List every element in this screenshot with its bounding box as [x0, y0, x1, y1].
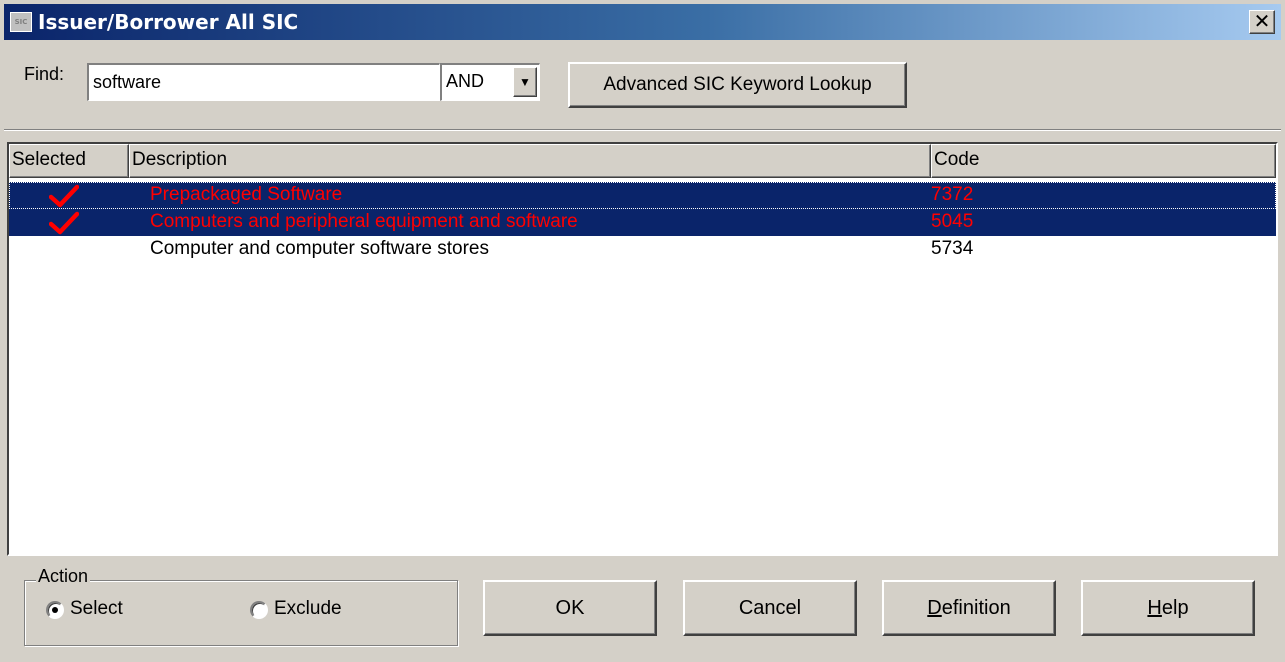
row-description: Computer and computer software stores [150, 238, 489, 259]
sic-dialog-window: SIC Issuer/Borrower All SIC ✕ Find: soft… [0, 0, 1285, 662]
list-header: Selected Description Code [9, 144, 1276, 178]
checkmark-icon [49, 184, 79, 208]
definition-button[interactable]: Definition [882, 580, 1056, 636]
radio-unchecked-icon[interactable] [250, 601, 268, 619]
row-code: 5045 [931, 211, 974, 232]
action-legend: Action [36, 566, 91, 587]
operator-value: AND [446, 71, 485, 91]
sic-results-list[interactable]: Selected Description Code Prepackaged So… [7, 142, 1278, 556]
table-row[interactable]: Computer and computer software stores 57… [9, 236, 1276, 263]
window-title: Issuer/Borrower All SIC [38, 10, 299, 34]
radio-checked-icon[interactable] [46, 601, 64, 619]
row-code: 7372 [931, 184, 974, 205]
advanced-sic-keyword-lookup-button[interactable]: Advanced SIC Keyword Lookup [568, 62, 907, 108]
definition-label: efinition [941, 597, 1011, 619]
find-input[interactable]: software [87, 63, 440, 101]
table-row[interactable]: Computers and peripheral equipment and s… [9, 209, 1276, 236]
dropdown-arrow-icon[interactable]: ▼ [513, 67, 537, 97]
app-icon: SIC [10, 12, 32, 32]
help-mnemonic: H [1147, 597, 1162, 619]
table-row[interactable]: Prepackaged Software 7372 [9, 182, 1276, 209]
row-description: Prepackaged Software [150, 184, 343, 205]
help-button[interactable]: Help [1081, 580, 1255, 636]
title-bar[interactable]: SIC Issuer/Borrower All SIC ✕ [4, 4, 1281, 40]
column-header-description[interactable]: Description [129, 144, 931, 178]
column-header-selected[interactable]: Selected [9, 144, 129, 178]
row-description: Computers and peripheral equipment and s… [150, 211, 578, 232]
find-label: Find: [24, 64, 65, 84]
ok-button[interactable]: OK [483, 580, 657, 636]
row-code: 5734 [931, 238, 974, 259]
radio-label-exclude: Exclude [274, 598, 342, 619]
divider [4, 129, 1281, 131]
checkmark-icon [49, 211, 79, 235]
column-header-code[interactable]: Code [931, 144, 1276, 178]
close-button[interactable]: ✕ [1249, 10, 1275, 34]
cancel-button[interactable]: Cancel [683, 580, 857, 636]
radio-label-select: Select [70, 598, 123, 619]
operator-dropdown[interactable]: AND ▼ [440, 63, 540, 101]
definition-mnemonic: D [927, 597, 942, 619]
help-label: elp [1161, 597, 1189, 619]
